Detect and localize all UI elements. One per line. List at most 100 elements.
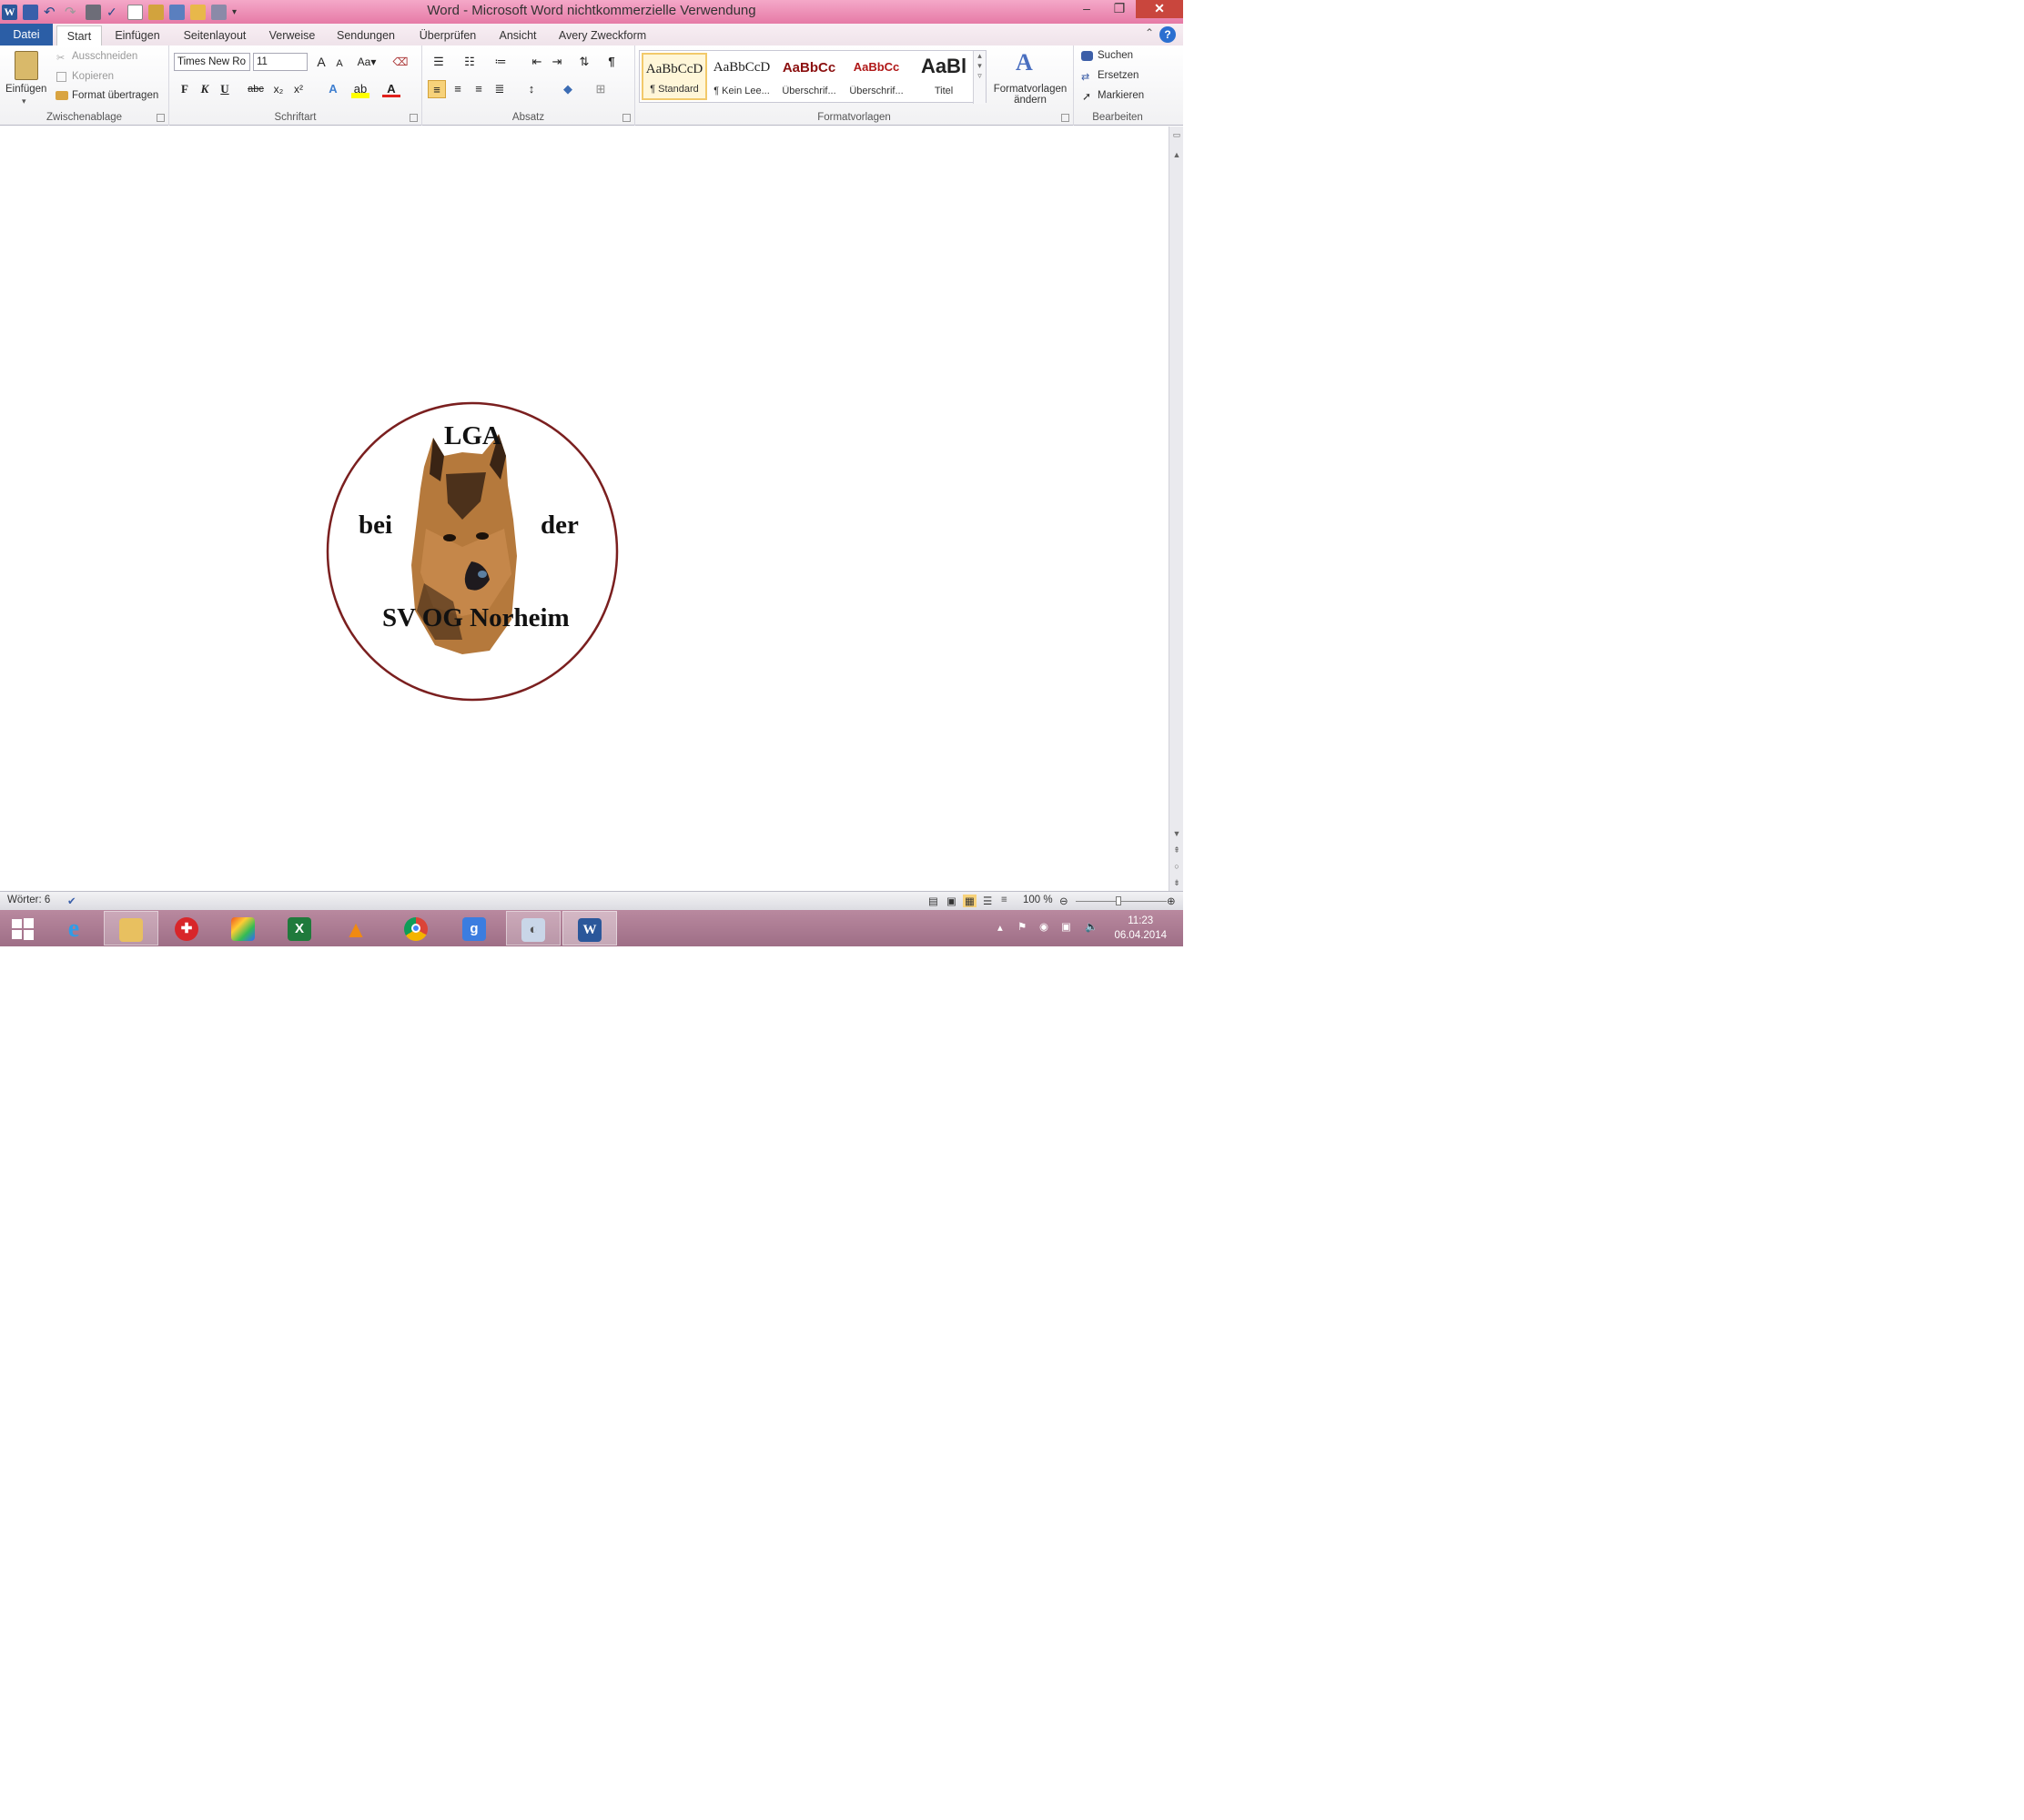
cut-button[interactable]: Ausschneiden — [72, 51, 137, 62]
tab-references[interactable]: Verweise — [262, 25, 322, 46]
find-button[interactable]: Suchen — [1098, 50, 1133, 61]
bold-button[interactable]: F — [176, 80, 194, 98]
style-no-spacing[interactable]: AaBbCcD ¶ Kein Lee... — [709, 53, 774, 100]
restore-button[interactable]: ❐ — [1103, 0, 1136, 18]
tray-overflow-icon[interactable]: ▴ — [997, 921, 1003, 957]
paste-button[interactable]: Einfügen — [5, 84, 46, 95]
tray-app-icon[interactable]: ◉ — [1039, 920, 1048, 956]
multilevel-list-icon[interactable]: ≔ — [491, 53, 510, 71]
borders-icon[interactable]: ⊞ — [592, 80, 610, 98]
zoom-level[interactable]: 100 % — [1023, 895, 1053, 905]
zoom-slider[interactable] — [1076, 901, 1167, 902]
word-count[interactable]: Wörter: 6 — [7, 895, 50, 905]
decrease-indent-icon[interactable]: ⇤ — [528, 53, 546, 71]
subscript-button[interactable]: x₂ — [269, 80, 288, 98]
replace-button[interactable]: Ersetzen — [1098, 70, 1138, 81]
scroll-up-icon[interactable]: ▲ — [1169, 148, 1184, 161]
highlight-icon[interactable]: ab — [351, 80, 369, 98]
tab-review[interactable]: Überprüfen — [411, 25, 484, 46]
style-heading-2[interactable]: AaBbCc Überschrif... — [844, 53, 909, 100]
font-launcher-icon[interactable] — [410, 114, 418, 122]
browse-object-icon[interactable]: ○ — [1169, 860, 1184, 873]
numbering-icon[interactable]: ☷ — [460, 53, 479, 71]
copy-button[interactable]: Kopieren — [72, 71, 114, 82]
italic-button[interactable]: K — [196, 80, 214, 98]
network-icon[interactable]: ▣ — [1061, 920, 1071, 956]
vertical-scrollbar[interactable]: ▭ ▲ ▼ ⇞ ○ ⇟ — [1169, 126, 1183, 891]
taskbar-chrome[interactable] — [390, 911, 444, 945]
tab-view[interactable]: Ansicht — [495, 25, 541, 46]
help-icon[interactable]: ? — [1159, 26, 1176, 43]
zoom-in-icon[interactable]: ⊕ — [1167, 895, 1176, 907]
close-button[interactable]: ✕ — [1136, 0, 1183, 18]
strikethrough-button[interactable]: abc — [244, 80, 268, 98]
view-web-layout-icon[interactable]: ▦ — [963, 895, 977, 907]
align-center-icon[interactable]: ≡ — [449, 80, 467, 98]
clear-formatting-icon[interactable]: ⌫ — [391, 53, 410, 71]
paste-icon[interactable] — [15, 51, 38, 80]
view-draft-icon[interactable]: ≡ — [1001, 895, 1007, 905]
start-button[interactable] — [0, 911, 46, 945]
text-effects-icon[interactable]: A — [324, 80, 342, 98]
taskbar-clock[interactable]: 11:23 06.04.2014 — [1114, 914, 1167, 943]
tab-start[interactable]: Start — [56, 25, 102, 46]
style-title[interactable]: AaBl Titel — [911, 53, 977, 100]
tab-insert[interactable]: Einfügen — [107, 25, 167, 46]
increase-indent-icon[interactable]: ⇥ — [548, 53, 566, 71]
sort-icon[interactable]: ⇅ — [575, 53, 593, 71]
paragraph-launcher-icon[interactable] — [622, 114, 631, 122]
select-button[interactable]: Markieren — [1098, 90, 1144, 101]
zoom-slider-thumb[interactable] — [1116, 896, 1121, 905]
tab-mailings[interactable]: Sendungen — [331, 25, 400, 46]
change-case-icon[interactable]: Aa▾ — [355, 53, 379, 71]
taskbar-app-colorful[interactable] — [217, 911, 271, 945]
view-print-layout-icon[interactable]: ▤ — [928, 895, 938, 907]
superscript-button[interactable]: x² — [289, 80, 308, 98]
taskbar-internet-explorer[interactable]: e — [47, 911, 102, 945]
tab-avery-zweckform[interactable]: Avery Zweckform — [557, 25, 648, 46]
font-size-select[interactable]: 11 — [253, 53, 308, 71]
shading-icon[interactable]: ◆ — [559, 80, 577, 98]
taskbar-paint[interactable]: ◐ — [506, 911, 561, 945]
font-color-icon[interactable]: A — [382, 80, 400, 97]
line-spacing-icon[interactable]: ↕ — [522, 80, 541, 98]
minimize-button[interactable]: – — [1070, 0, 1103, 18]
align-right-icon[interactable]: ≡ — [470, 80, 488, 98]
tab-file[interactable]: Datei — [0, 24, 53, 46]
clipboard-launcher-icon[interactable] — [157, 114, 165, 122]
shrink-font-icon[interactable]: A — [330, 55, 349, 73]
format-painter-button[interactable]: Format übertragen — [72, 90, 158, 101]
bullets-icon[interactable]: ☰ — [430, 53, 448, 71]
taskbar-app-red[interactable]: ✚ — [160, 911, 215, 945]
taskbar-vlc[interactable]: ▲ — [329, 911, 384, 945]
document-canvas[interactable]: LGA bei der SV OG Norheim — [0, 126, 1169, 891]
taskbar-word[interactable]: W — [562, 911, 617, 945]
style-heading-1[interactable]: AaBbCc Überschrif... — [776, 53, 842, 100]
show-formatting-button[interactable]: ¶ — [602, 53, 621, 71]
taskbar-excel[interactable]: X — [273, 911, 328, 945]
action-center-flag-icon[interactable]: ⚑ — [1017, 920, 1027, 956]
volume-icon[interactable]: 🔈 — [1085, 920, 1098, 956]
view-outline-icon[interactable]: ☰ — [983, 895, 992, 907]
styles-gallery-scroll[interactable]: ▴ ▾ ▿ — [973, 51, 986, 104]
taskbar-google[interactable]: g — [448, 911, 502, 945]
styles-launcher-icon[interactable] — [1061, 114, 1069, 122]
justify-icon[interactable]: ≣ — [491, 80, 509, 98]
club-logo[interactable]: LGA bei der SV OG Norheim — [326, 401, 619, 702]
scroll-down-icon[interactable]: ▼ — [1169, 827, 1184, 840]
style-standard[interactable]: AaBbCcD ¶ Standard — [642, 53, 707, 100]
grow-font-icon[interactable]: A — [312, 53, 330, 71]
ruler-toggle-icon[interactable]: ▭ — [1169, 128, 1184, 141]
align-left-icon[interactable]: ≡ — [428, 80, 446, 98]
minimize-ribbon-icon[interactable]: ⌃ — [1145, 26, 1154, 39]
view-full-screen-icon[interactable]: ▣ — [946, 895, 956, 907]
proofing-icon[interactable]: ✔ — [67, 895, 76, 907]
tab-page-layout[interactable]: Seitenlayout — [178, 25, 251, 46]
previous-page-icon[interactable]: ⇞ — [1169, 844, 1184, 856]
taskbar-file-explorer[interactable] — [104, 911, 158, 945]
next-page-icon[interactable]: ⇟ — [1169, 876, 1184, 889]
underline-button[interactable]: U — [216, 80, 234, 98]
font-family-select[interactable]: Times New Ro — [174, 53, 250, 71]
change-styles-button[interactable]: Formatvorlagen ändern — [990, 84, 1070, 106]
zoom-out-icon[interactable]: ⊖ — [1059, 895, 1068, 907]
